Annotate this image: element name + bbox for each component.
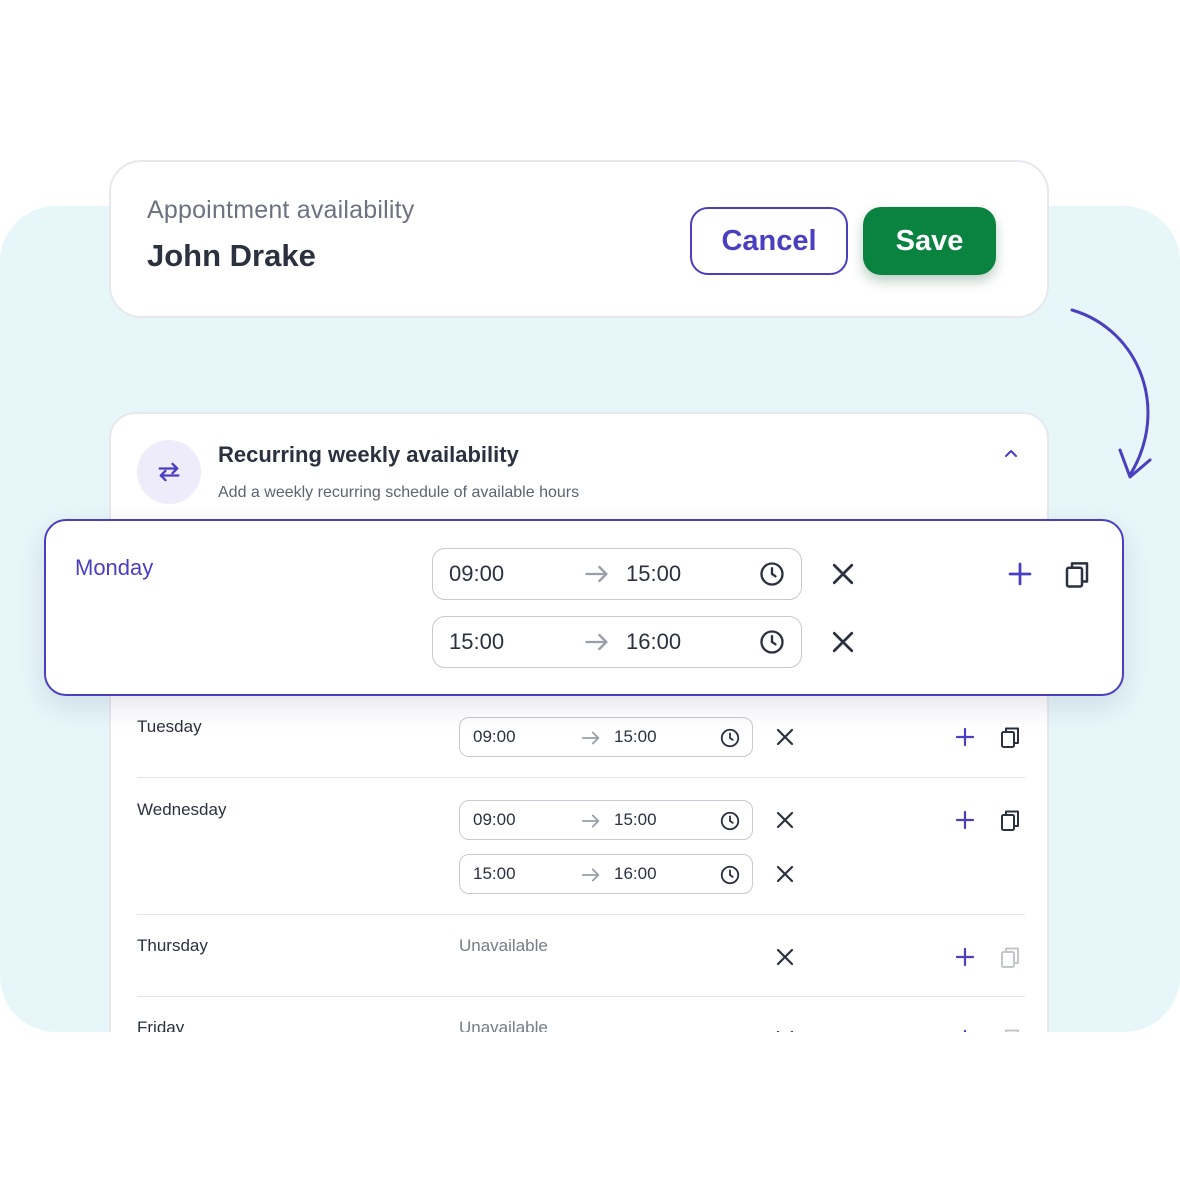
copy-icon[interactable] <box>998 725 1022 749</box>
time-range-input[interactable]: 09:00 15:00 <box>459 717 753 757</box>
arrow-right-icon <box>585 633 608 651</box>
close-icon[interactable] <box>828 559 858 589</box>
end-time[interactable]: 15:00 <box>614 727 657 747</box>
unavailable-status: Unavailable <box>459 936 548 955</box>
row-divider <box>137 914 1025 915</box>
copy-icon-disabled <box>1005 1029 1019 1032</box>
section-title: Recurring weekly availability <box>218 442 519 467</box>
copy-icon-disabled <box>1001 947 1019 968</box>
end-time[interactable]: 16:00 <box>626 629 681 655</box>
start-time[interactable]: 09:00 <box>449 561 504 587</box>
close-icon[interactable] <box>773 1027 797 1032</box>
plus-icon[interactable] <box>953 1027 977 1032</box>
arrow-right-icon <box>581 814 600 828</box>
plus-icon[interactable] <box>953 808 977 832</box>
curved-arrow-decoration <box>1070 308 1152 479</box>
close-icon[interactable] <box>773 862 797 886</box>
time-range-input[interactable]: 15:00 16:00 <box>432 616 802 668</box>
cancel-button[interactable]: Cancel <box>690 207 848 275</box>
copy-icon[interactable] <box>998 808 1022 832</box>
day-label-friday: Friday <box>137 1018 185 1032</box>
close-icon[interactable] <box>773 808 797 832</box>
copy-icon[interactable] <box>1062 559 1092 589</box>
day-label-tuesday: Tuesday <box>137 717 202 736</box>
arrow-right-icon <box>581 868 600 882</box>
section-icon-badge <box>137 440 201 504</box>
clock-icon[interactable] <box>758 560 786 588</box>
save-button[interactable]: Save <box>863 207 996 275</box>
chevron-up-icon[interactable] <box>999 442 1023 466</box>
plus-icon[interactable] <box>953 945 977 969</box>
section-description: Add a weekly recurring schedule of avail… <box>218 484 580 501</box>
page-subtitle: Appointment availability <box>147 196 415 224</box>
row-divider <box>137 996 1025 997</box>
close-icon[interactable] <box>828 627 858 657</box>
arrow-right-icon <box>585 565 608 583</box>
day-label-thursday: Thursday <box>137 936 208 955</box>
day-label-wednesday: Wednesday <box>137 800 227 819</box>
start-time[interactable]: 15:00 <box>473 864 516 884</box>
row-divider <box>137 777 1025 778</box>
clock-icon[interactable] <box>719 864 741 886</box>
clock-icon[interactable] <box>758 628 786 656</box>
plus-icon[interactable] <box>1005 559 1035 589</box>
monday-row-card: Monday 09:00 15:00 15:00 16:00 <box>44 519 1124 696</box>
clock-icon[interactable] <box>719 810 741 832</box>
end-time[interactable]: 15:00 <box>626 561 681 587</box>
recurring-availability-card: Recurring weekly availability Add a week… <box>109 412 1049 1032</box>
unavailable-status: Unavailable <box>459 1018 548 1032</box>
repeat-icon <box>158 462 180 482</box>
page-title: John Drake <box>147 238 316 273</box>
arrow-right-icon <box>581 731 600 745</box>
day-label-monday: Monday <box>75 555 154 580</box>
appointment-header-card: Appointment availability John Drake Canc… <box>109 160 1049 318</box>
end-time[interactable]: 15:00 <box>614 810 657 830</box>
time-range-input[interactable]: 09:00 15:00 <box>459 800 753 840</box>
time-range-input[interactable]: 09:00 15:00 <box>432 548 802 600</box>
start-time[interactable]: 15:00 <box>449 629 504 655</box>
end-time[interactable]: 16:00 <box>614 864 657 884</box>
start-time[interactable]: 09:00 <box>473 727 516 747</box>
close-icon[interactable] <box>773 945 797 969</box>
start-time[interactable]: 09:00 <box>473 810 516 830</box>
time-range-input[interactable]: 15:00 16:00 <box>459 854 753 894</box>
close-icon[interactable] <box>773 725 797 749</box>
clock-icon[interactable] <box>719 727 741 749</box>
plus-icon[interactable] <box>953 725 977 749</box>
